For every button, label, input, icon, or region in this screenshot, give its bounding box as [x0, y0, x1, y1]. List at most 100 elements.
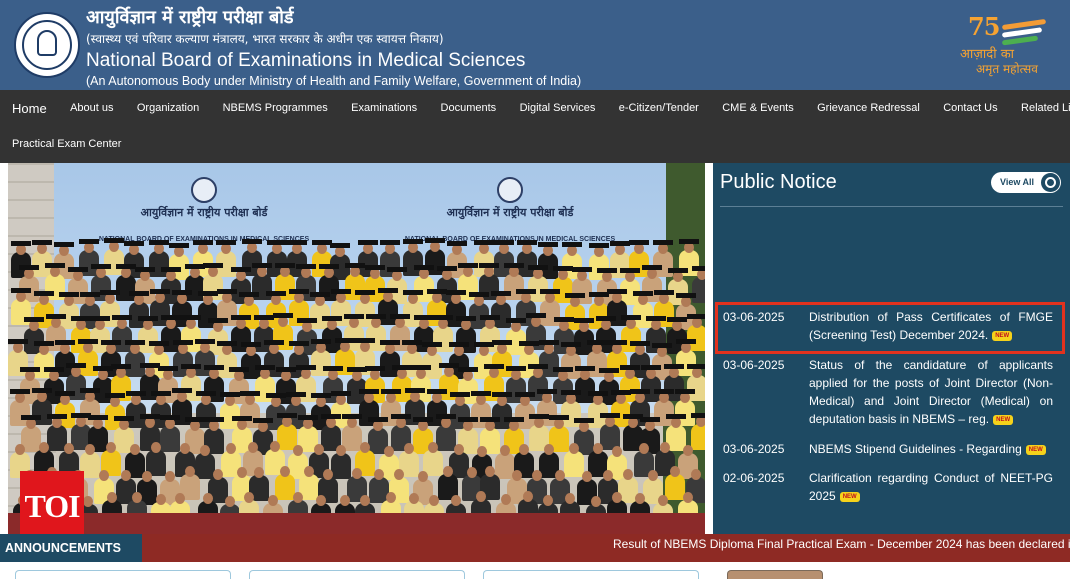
photo-figure-head [611, 445, 622, 457]
graduation-cap-icon [354, 338, 375, 343]
photo-figure-head [475, 491, 486, 503]
notice-text-link[interactable]: Clarification regarding Conduct of NEET-… [809, 469, 1053, 505]
graduation-cap-icon [203, 365, 224, 371]
quick-link-card[interactable] [15, 570, 231, 579]
nav-item-digital-services[interactable]: Digital Services [508, 102, 607, 114]
notice-text-link[interactable]: NBEMS Stipend Guidelines - Regarding NEW [809, 440, 1053, 458]
notice-text: Distribution of Pass Certificates of FMG… [809, 310, 1053, 342]
graduation-cap-icon [561, 341, 582, 347]
graduation-cap-icon [195, 391, 216, 397]
photo-figure-head [384, 445, 395, 457]
graduation-cap-icon [321, 315, 342, 321]
nav-item-documents[interactable]: Documents [429, 102, 508, 114]
graduation-cap-icon [586, 339, 607, 345]
nav-item-practical-exam-center[interactable]: Practical Exam Center [0, 138, 133, 150]
nav-item-contact-us[interactable]: Contact Us [932, 102, 1010, 114]
graduation-cap-icon [503, 263, 524, 269]
photo-figure-head [142, 470, 153, 482]
graduation-cap-icon [288, 288, 309, 294]
photo-figure-head [179, 443, 190, 455]
view-all-button[interactable]: View All [991, 172, 1061, 193]
graduation-cap-icon [561, 241, 582, 247]
photo-figure-head [292, 492, 303, 504]
graduation-cap-icon [216, 240, 237, 246]
graduation-cap-icon [21, 415, 42, 421]
graduation-cap-icon [528, 364, 549, 370]
graduation-cap-icon [456, 316, 477, 322]
photo-figure-head [335, 445, 346, 457]
announcements-label: ANNOUNCEMENTS [0, 534, 142, 562]
new-badge-icon: NEW [992, 330, 1013, 341]
notice-date: 02-06-2025 [723, 471, 785, 485]
nav-item-e-citizen-tender[interactable]: e-Citizen/Tender [607, 102, 710, 114]
graduation-cap-icon [380, 339, 401, 345]
graduation-cap-icon [124, 241, 145, 247]
graduation-cap-icon [192, 240, 213, 246]
graduation-cap-icon [219, 391, 240, 397]
graduation-cap-icon [184, 263, 205, 269]
azadi-number: 75 [968, 12, 1000, 41]
graduation-cap-icon [599, 413, 620, 419]
portrait-card[interactable] [727, 570, 823, 579]
nav-item-grievance-redressal[interactable]: Grievance Redressal [805, 102, 931, 114]
photo-figure-head [622, 468, 633, 480]
graduation-cap-icon [450, 392, 471, 398]
nav-item-related-links[interactable]: Related Links [1009, 102, 1070, 114]
quick-link-card[interactable] [249, 570, 465, 579]
nav-item-about-us[interactable]: About us [58, 102, 125, 114]
graduation-cap-icon [139, 363, 160, 369]
title-hindi: आयुर्विज्ञान में राष्ट्रीय परीक्षा बोर्ड [86, 7, 294, 28]
photo-figure-head [417, 470, 428, 482]
graduation-cap-icon [676, 339, 697, 345]
graduation-cap-icon [242, 239, 263, 245]
photo-figure-head [225, 495, 236, 507]
photo-figure-head [174, 493, 185, 505]
photo-figure-head [339, 494, 350, 506]
notice-text-link[interactable]: Status of the candidature of applicants … [809, 356, 1053, 428]
graduation-cap-icon [516, 240, 537, 246]
photo-figure [691, 277, 705, 304]
announcement-ticker-text[interactable]: Result of NBEMS Diploma Final Practical … [613, 534, 1070, 562]
graduation-cap-icon [23, 316, 44, 322]
public-notice-title: Public Notice [720, 171, 837, 193]
photo-figure-head [351, 467, 362, 479]
graduation-cap-icon [266, 290, 287, 296]
graduation-cap-icon [390, 314, 411, 320]
photo-figure-head [659, 442, 670, 454]
arrow-circle-icon [1041, 173, 1060, 192]
backdrop-seal-icon [191, 177, 217, 203]
graduation-cap-icon [217, 288, 238, 294]
graduation-cap-icon [364, 265, 385, 271]
graduation-cap-icon [575, 365, 596, 371]
graduation-cap-icon [506, 365, 527, 371]
photo-figure-head [522, 491, 533, 503]
quick-link-card[interactable] [483, 570, 699, 579]
photo-figure-head [499, 445, 510, 457]
hero-banner-image[interactable]: आयुर्विज्ञान में राष्ट्रीय परीक्षा बोर्ड… [8, 163, 705, 534]
nav-item-cme-events[interactable]: CME & Events [711, 102, 806, 114]
graduation-cap-icon [297, 317, 318, 323]
view-all-label: View All [1000, 177, 1035, 187]
nav-item-nbems-programmes[interactable]: NBEMS Programmes [211, 102, 340, 114]
graduation-cap-icon [411, 364, 432, 370]
graduation-cap-icon [479, 314, 500, 320]
notice-text-link[interactable]: Distribution of Pass Certificates of FMG… [809, 308, 1053, 344]
photo-figure-head [314, 443, 325, 455]
graduation-cap-icon [318, 263, 339, 269]
graduation-cap-icon [10, 240, 31, 246]
graduation-cap-icon [606, 289, 627, 295]
graduation-cap-icon [58, 291, 79, 297]
nav-item-organization[interactable]: Organization [125, 102, 211, 114]
graduation-cap-icon [690, 413, 705, 419]
nbems-seal-icon[interactable] [14, 12, 80, 78]
graduation-cap-icon [436, 413, 457, 419]
graduation-cap-icon [354, 290, 375, 295]
graduation-cap-icon [295, 364, 316, 370]
graduation-cap-icon [90, 315, 110, 321]
nav-item-examinations[interactable]: Examinations [339, 102, 428, 114]
nav-item-home[interactable]: Home [0, 101, 58, 116]
photo-figure-head [267, 495, 278, 507]
graduation-cap-icon [263, 340, 284, 346]
photo-figure [194, 452, 215, 479]
photo-figure-head [466, 467, 477, 479]
